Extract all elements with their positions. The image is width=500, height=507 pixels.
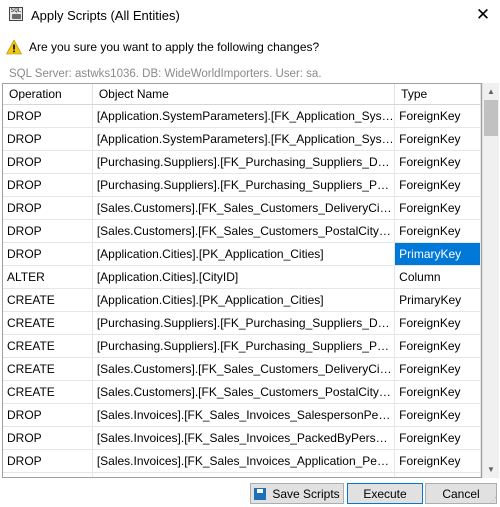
cell-type[interactable]: PrimaryKey	[395, 243, 481, 265]
cell-type[interactable]: ForeignKey	[395, 381, 481, 403]
cell-operation[interactable]: DROP	[3, 220, 93, 242]
table-row[interactable]: CREATE [Sales.Customers].[FK_Sales_Custom…	[3, 381, 481, 404]
cell-type[interactable]: ForeignKey	[395, 335, 481, 357]
cell-operation[interactable]: CREATE	[3, 381, 93, 403]
cell-object-name[interactable]: [Sales.Invoices].[FK_Sales_Invoices_Pack…	[93, 427, 396, 449]
cell-operation[interactable]: CREATE	[3, 358, 93, 380]
title-bar: SQL Apply Scripts (All Entities) ✕	[0, 0, 500, 30]
execute-button[interactable]: Execute	[347, 483, 423, 504]
cell-type[interactable]: ForeignKey	[395, 220, 481, 242]
apply-scripts-dialog: SQL Apply Scripts (All Entities) ✕ Are y…	[0, 0, 500, 507]
vertical-scrollbar[interactable]: ▲ ▼	[482, 83, 499, 478]
cell-operation[interactable]: DROP	[3, 450, 93, 472]
cell-operation[interactable]: CREATE	[3, 289, 93, 311]
table-row[interactable]: DROP [Application.SystemParameters].[FK_A…	[3, 128, 481, 151]
scroll-down-arrow-icon[interactable]: ▼	[483, 461, 499, 478]
cell-type[interactable]: ForeignKey	[395, 450, 481, 472]
server-info: SQL Server: astwks1036. DB: WideWorldImp…	[9, 68, 322, 80]
close-button[interactable]: ✕	[466, 0, 500, 30]
scroll-thumb[interactable]	[484, 100, 498, 136]
grid-body: DROP [Application.SystemParameters].[FK_A…	[3, 105, 481, 477]
scroll-up-arrow-icon[interactable]: ▲	[483, 83, 499, 100]
cell-object-name[interactable]: [Purchasing.Suppliers].[FK_Purchasing_Su…	[93, 151, 396, 173]
cell-operation[interactable]: DROP	[3, 174, 93, 196]
cell-object-name[interactable]: [Sales.Customers].[FK_Sales_Customers_Po…	[93, 381, 396, 403]
cell-type[interactable]: ForeignKey	[395, 151, 481, 173]
table-row[interactable]: DROP [Purchasing.Suppliers].[FK_Purchasin…	[3, 151, 481, 174]
table-row[interactable]: DROP [Sales.Invoices].[FK_Sales_Invoices_…	[3, 450, 481, 473]
table-row[interactable]: DROP [Purchasing.Suppliers].[FK_Purchasin…	[3, 174, 481, 197]
table-row[interactable]: ALTER [Application.Cities].[CityID] Column	[3, 266, 481, 289]
table-row[interactable]: DROP [Application.Cities].[PK_Application…	[3, 243, 481, 266]
cell-type[interactable]: ForeignKey	[395, 427, 481, 449]
cell-operation[interactable]: DROP	[3, 105, 93, 127]
header-type[interactable]: Type	[395, 84, 481, 104]
cell-object-name[interactable]: [Sales.Invoices].[FK_Sales_Invoices_Appl…	[93, 450, 396, 472]
cell-type[interactable]: Column	[395, 266, 481, 288]
table-row[interactable]: CREATE [Purchasing.Suppliers].[FK_Purchas…	[3, 335, 481, 358]
button-bar: Save Scripts Execute Cancel ⋰	[0, 478, 500, 507]
prompt-text: Are you sure you want to apply the follo…	[29, 40, 320, 54]
cell-object-name[interactable]: [Sales.Customers].[FK_Sales_Customers_De…	[93, 358, 396, 380]
table-row[interactable]: CREATE [Sales.Customers].[FK_Sales_Custom…	[3, 358, 481, 381]
cell-object-name[interactable]: [Application.SystemParameters].[FK_Appli…	[93, 128, 396, 150]
confirmation-prompt: Are you sure you want to apply the follo…	[6, 38, 319, 56]
warning-icon	[6, 39, 22, 55]
cell-object-name[interactable]: [Purchasing.Suppliers].[FK_Purchasing_Su…	[93, 335, 396, 357]
table-row[interactable]: CREATE [Application.Cities].[PK_Applicati…	[3, 289, 481, 312]
cell-operation[interactable]: DROP	[3, 128, 93, 150]
cell-object-name[interactable]: [Sales.Customers].[FK_Sales_Customers_De…	[93, 197, 396, 219]
cell-object-name[interactable]: [Application.SystemParameters].[FK_Appli…	[93, 105, 396, 127]
cancel-button[interactable]: Cancel	[425, 483, 497, 504]
cell-object-name[interactable]: [Application.Cities].[PK_Application_Cit…	[93, 289, 396, 311]
resize-grip-icon[interactable]: ⋰	[489, 496, 499, 506]
cell-type[interactable]: PrimaryKey	[395, 289, 481, 311]
changes-grid[interactable]: Operation Object Name Type DROP [Applicat…	[2, 83, 482, 478]
cell-type[interactable]: ForeignKey	[395, 128, 481, 150]
save-icon	[254, 487, 267, 500]
table-row[interactable]: DROP [Application.SystemParameters].[FK_A…	[3, 105, 481, 128]
cell-type[interactable]: ForeignKey	[395, 404, 481, 426]
save-scripts-button[interactable]: Save Scripts	[250, 483, 344, 504]
cell-operation[interactable]: CREATE	[3, 312, 93, 334]
cell-type[interactable]: ForeignKey	[395, 197, 481, 219]
table-row[interactable]: DROP [Sales.Invoices].[FK_Sales_Invoices_…	[3, 404, 481, 427]
table-row[interactable]: DROP [Sales.Invoices].[FK_Sales_Invoices_…	[3, 427, 481, 450]
cell-operation[interactable]: DROP	[3, 404, 93, 426]
sql-app-icon: SQL	[9, 7, 23, 21]
cell-type[interactable]: ForeignKey	[395, 358, 481, 380]
save-scripts-label: Save Scripts	[272, 486, 340, 501]
table-row[interactable]: DROP [Sales.Customers].[FK_Sales_Customer…	[3, 197, 481, 220]
cell-object-name[interactable]: [Application.Cities].[CityID]	[93, 266, 396, 288]
cell-object-name[interactable]: [Sales.Customers].[FK_Sales_Customers_Po…	[93, 220, 396, 242]
cell-type[interactable]: ForeignKey	[395, 105, 481, 127]
cell-object-name[interactable]: [Purchasing.Suppliers].[FK_Purchasing_Su…	[93, 174, 396, 196]
cell-operation[interactable]: DROP	[3, 243, 93, 265]
cell-operation[interactable]: DROP	[3, 427, 93, 449]
cell-type[interactable]: ForeignKey	[395, 312, 481, 334]
cell-operation[interactable]: ALTER	[3, 266, 93, 288]
window-title: Apply Scripts (All Entities)	[31, 8, 180, 23]
table-row[interactable]: DROP [Sales.Customers].[FK_Sales_Customer…	[3, 220, 481, 243]
cell-operation[interactable]: DROP	[3, 197, 93, 219]
header-object-name[interactable]: Object Name	[93, 84, 396, 104]
cell-object-name[interactable]: [Sales.Invoices].[FK_Sales_Invoices_Sale…	[93, 404, 396, 426]
cell-object-name[interactable]: [Application.Cities].[PK_Application_Cit…	[93, 243, 396, 265]
header-operation[interactable]: Operation	[3, 84, 93, 104]
cell-operation[interactable]: CREATE	[3, 335, 93, 357]
cell-type[interactable]: ForeignKey	[395, 174, 481, 196]
grid-header: Operation Object Name Type	[3, 84, 481, 105]
cell-object-name[interactable]: [Purchasing.Suppliers].[FK_Purchasing_Su…	[93, 312, 396, 334]
cell-operation[interactable]: DROP	[3, 151, 93, 173]
table-row[interactable]: CREATE [Purchasing.Suppliers].[FK_Purchas…	[3, 312, 481, 335]
